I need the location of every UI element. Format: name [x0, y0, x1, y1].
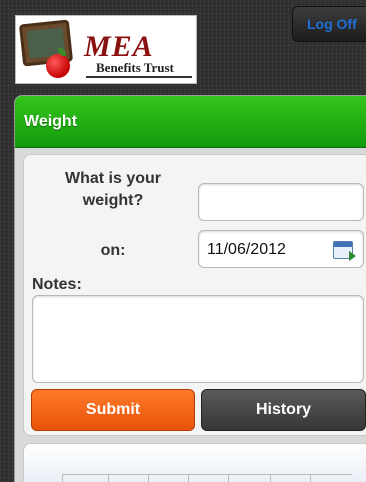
notes-textarea[interactable]: [32, 295, 364, 383]
chart-grid-line: [188, 474, 189, 482]
notes-label: Notes:: [32, 276, 82, 293]
chart-grid-line: [108, 474, 109, 482]
chart-grid-line: [62, 474, 352, 475]
calendar-icon[interactable]: [333, 241, 356, 261]
chart-grid-line: [270, 474, 271, 482]
apple-icon: [46, 54, 70, 78]
weight-form: What is your weight? on: 11/06/2012 Note…: [23, 154, 366, 436]
chart-grid-line: [310, 474, 311, 482]
date-value: 11/06/2012: [207, 241, 286, 258]
logo-subtitle: Benefits Trust: [96, 60, 174, 75]
date-input[interactable]: 11/06/2012: [198, 230, 364, 268]
weight-panel: Weight What is your weight? on: 11/06/20…: [14, 95, 366, 482]
chart-grid-line: [148, 474, 149, 482]
panel-header: Weight: [15, 96, 366, 148]
panel-title: Weight: [24, 113, 78, 130]
mea-benefits-trust-logo: MEA Benefits Trust: [15, 15, 197, 84]
weight-question-label: What is your weight?: [64, 170, 161, 209]
chart-grid-line: [228, 474, 229, 482]
chart-grid-line: [62, 474, 63, 482]
top-bar: MEA Benefits Trust Log Off: [0, 0, 366, 92]
history-button[interactable]: History: [201, 389, 366, 431]
submit-button[interactable]: Submit: [31, 389, 195, 431]
logo-title: MEA: [84, 30, 154, 63]
log-off-button[interactable]: Log Off: [292, 6, 366, 42]
logo-underline: [86, 76, 192, 78]
date-label: on:: [100, 242, 126, 259]
weight-input[interactable]: [198, 183, 364, 221]
chart-card: [23, 443, 366, 482]
